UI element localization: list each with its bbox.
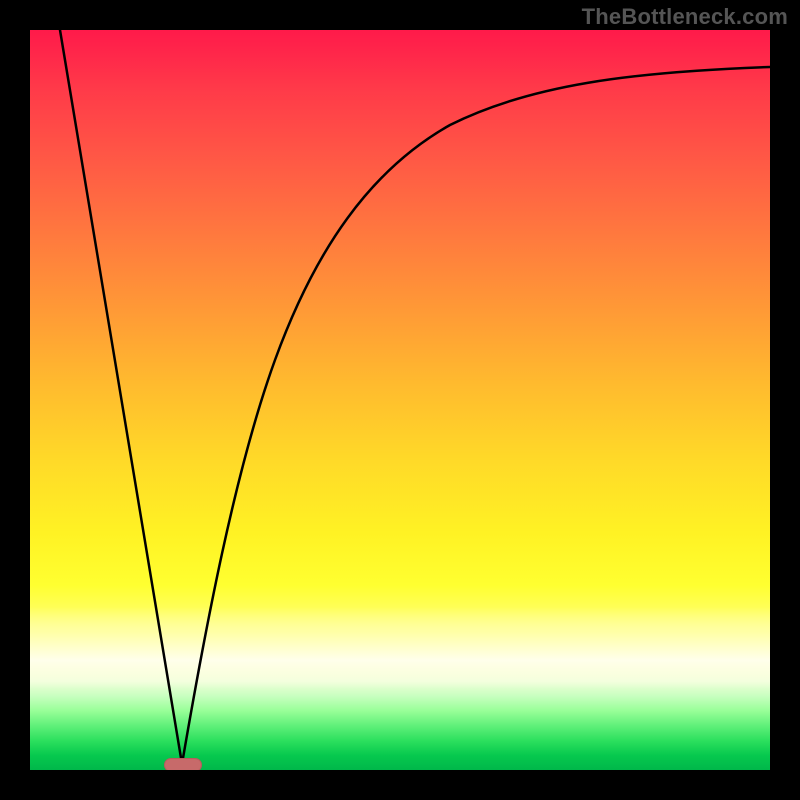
bottleneck-curve xyxy=(30,30,770,770)
curve-right-branch xyxy=(182,67,770,764)
curve-left-branch xyxy=(60,30,182,764)
plot-area xyxy=(30,30,770,770)
chart-frame: TheBottleneck.com xyxy=(0,0,800,800)
watermark-text: TheBottleneck.com xyxy=(582,4,788,30)
optimal-marker xyxy=(164,758,202,770)
